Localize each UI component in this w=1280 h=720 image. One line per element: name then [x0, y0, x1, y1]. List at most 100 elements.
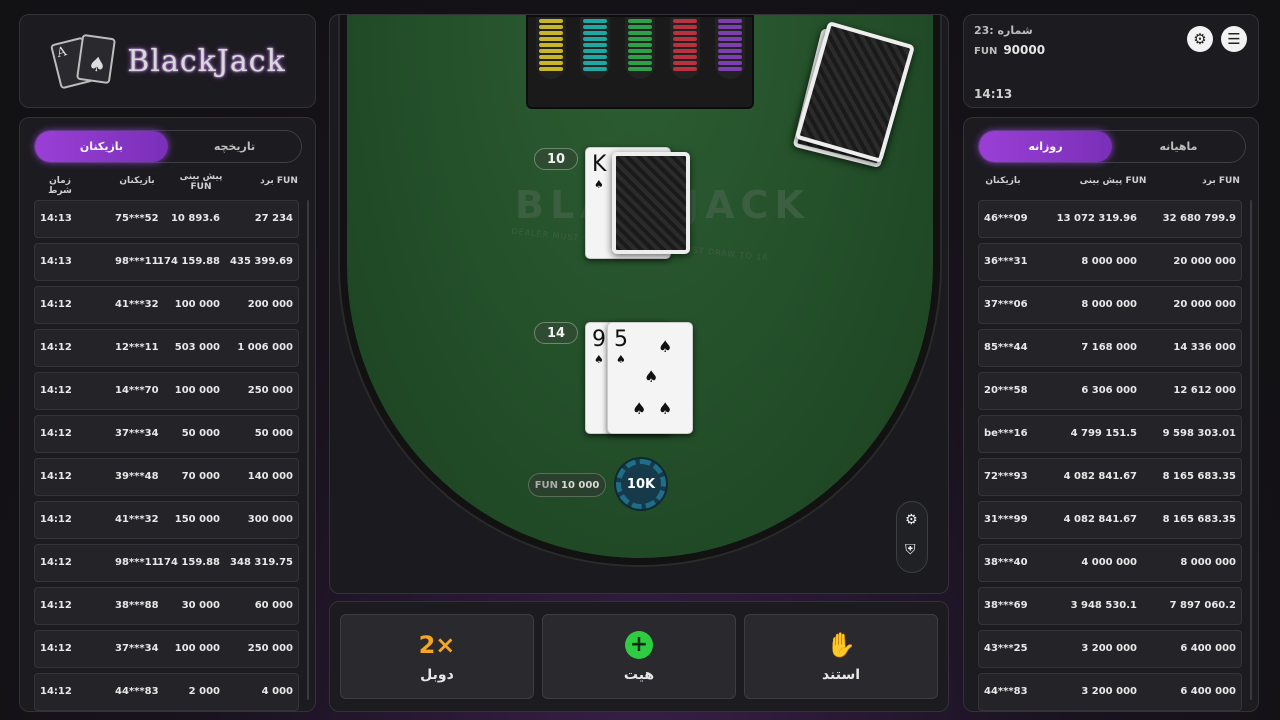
row-win: 20 000 000 [1173, 299, 1236, 310]
row-time: 14:12 [40, 428, 72, 439]
scrollbar[interactable] [307, 200, 309, 700]
clock: 14:13 [974, 87, 1013, 101]
row-player: 20***58 [984, 385, 1028, 396]
leaderboard-header: بازیکنان پیش بینی FUN برد FUN [978, 172, 1244, 196]
table-row: 14:12 37***34 100 000 250 000 [34, 630, 299, 668]
table-row: 14:12 98***11 174 159.88 348 319.75 [34, 544, 299, 582]
player-card-1-suit: ♠ [594, 353, 604, 366]
game-table: BLACKJACK DEALER MUST STAND TO 17, AND M… [329, 14, 949, 594]
row-bet: 100 000 [174, 385, 220, 396]
row-player: 37***34 [115, 428, 159, 439]
row-player: 39***48 [115, 471, 159, 482]
chip [718, 25, 742, 29]
chip [539, 43, 563, 47]
row-win: 12 612 000 [1173, 385, 1236, 396]
logo-panel: A ♠ BlackJack [19, 14, 316, 108]
logo-card-suit: ♠ [86, 51, 109, 78]
chip [673, 43, 697, 47]
chip [539, 61, 563, 65]
player-card-2: 5 ♠ ♠ ♠ ♠ ♠ [607, 322, 693, 434]
chip-stack-yellow [536, 17, 566, 79]
player-card-2-rank: 5 [614, 327, 628, 352]
scrollbar[interactable] [1250, 200, 1252, 700]
bet-amount-pill: FUN 10 000 [528, 473, 606, 497]
double-button[interactable]: 2× دوبل [340, 614, 534, 699]
chip [718, 61, 742, 65]
row-player: 72***93 [984, 471, 1028, 482]
row-win: 140 000 [247, 471, 293, 482]
chip [583, 31, 607, 35]
table-row: 14:12 14***70 100 000 250 000 [34, 372, 299, 410]
table-row: 36***31 8 000 000 20 000 000 [978, 243, 1242, 281]
chip [718, 31, 742, 35]
hit-label: هیت [623, 666, 655, 683]
row-time: 14:12 [40, 643, 72, 654]
row-bet: 6 306 000 [1081, 385, 1137, 396]
row-time: 14:12 [40, 342, 72, 353]
bet-currency: FUN [534, 479, 559, 491]
row-win: 50 000 [254, 428, 293, 439]
row-win: 1 006 000 [237, 342, 293, 353]
row-time: 14:13 [40, 213, 72, 224]
row-win: 8 165 683.35 [1162, 471, 1236, 482]
card-pip: ♠ [658, 399, 673, 418]
chip [673, 25, 697, 29]
balance-currency: FUN [974, 46, 998, 57]
row-win: 300 000 [247, 514, 293, 525]
table-row: 72***93 4 082 841.67 8 165 683.35 [978, 458, 1242, 496]
table-row: be***16 4 799 151.5 9 598 303.01 [978, 415, 1242, 453]
dealer-card-rank: K [592, 152, 607, 177]
row-player: 31***99 [984, 514, 1028, 525]
player-score: 14 [534, 322, 578, 344]
table-row: 37***06 8 000 000 20 000 000 [978, 286, 1242, 324]
table-row: 14:12 41***32 150 000 300 000 [34, 501, 299, 539]
header-bet-unit: FUN [190, 182, 212, 192]
row-bet: 10 893.6 [170, 213, 220, 224]
chip [718, 37, 742, 41]
chip [583, 37, 607, 41]
row-win: 8 165 683.35 [1162, 514, 1236, 525]
row-win: 32 680 799.9 [1162, 213, 1236, 224]
card-pip: ♠ [632, 399, 647, 418]
row-player: 38***40 [984, 557, 1028, 568]
info-panel: 23: شماره FUN 90000 ⚙ ☰ 14:13 [963, 14, 1259, 108]
row-player: 85***44 [984, 342, 1028, 353]
table-tools: ⚙ ⛨ [896, 501, 928, 573]
stand-button[interactable]: ✋ استند [744, 614, 938, 699]
chip [628, 49, 652, 53]
settings-button[interactable]: ⚙ [1187, 26, 1213, 52]
row-player: 44***83 [984, 686, 1028, 697]
header-bet: پیش بینی [179, 172, 223, 182]
tab-monthly[interactable]: ماهیانه [1112, 131, 1245, 162]
chip [673, 31, 697, 35]
row-time: 14:13 [40, 256, 72, 267]
header-win: برد FUN [260, 176, 298, 186]
chip [673, 67, 697, 71]
logo-cards-icon: A ♠ [49, 33, 117, 90]
tab-history[interactable]: تاریخچه [168, 131, 301, 162]
action-bar: 2× دوبل + هیت ✋ استند [329, 601, 949, 712]
row-win: 250 000 [247, 385, 293, 396]
chip [673, 37, 697, 41]
leaderboard-panel: روزانه ماهیانه بازیکنان پیش بینی FUN برد… [963, 117, 1259, 712]
chip [718, 43, 742, 47]
menu-button[interactable]: ☰ [1221, 26, 1247, 52]
hit-button[interactable]: + هیت [542, 614, 736, 699]
header-bet: پیش بینی FUN [1079, 176, 1147, 186]
row-win: 7 897 060.2 [1169, 600, 1236, 611]
header-player: بازیکنان [985, 176, 1021, 186]
table-row: 43***25 3 200 000 6 400 000 [978, 630, 1242, 668]
balance-amount: 90000 [1003, 43, 1046, 57]
row-bet: 4 000 000 [1081, 557, 1137, 568]
tab-daily[interactable]: روزانه [979, 131, 1112, 162]
table-row: 44***83 3 200 000 6 400 000 [978, 673, 1242, 711]
row-player: 37***06 [984, 299, 1028, 310]
table-row: 46***09 13 072 319.96 32 680 799.9 [978, 200, 1242, 238]
row-player: 12***11 [115, 342, 159, 353]
row-player: 14***70 [115, 385, 159, 396]
shield-icon[interactable]: ⛨ [905, 542, 916, 558]
tab-players[interactable]: بازیکنان [35, 131, 168, 162]
row-player: 43***25 [984, 643, 1028, 654]
gear-icon[interactable]: ⚙ [905, 512, 918, 528]
table-row: 14:13 98***11 174 159.88 435 399.69 [34, 243, 299, 281]
